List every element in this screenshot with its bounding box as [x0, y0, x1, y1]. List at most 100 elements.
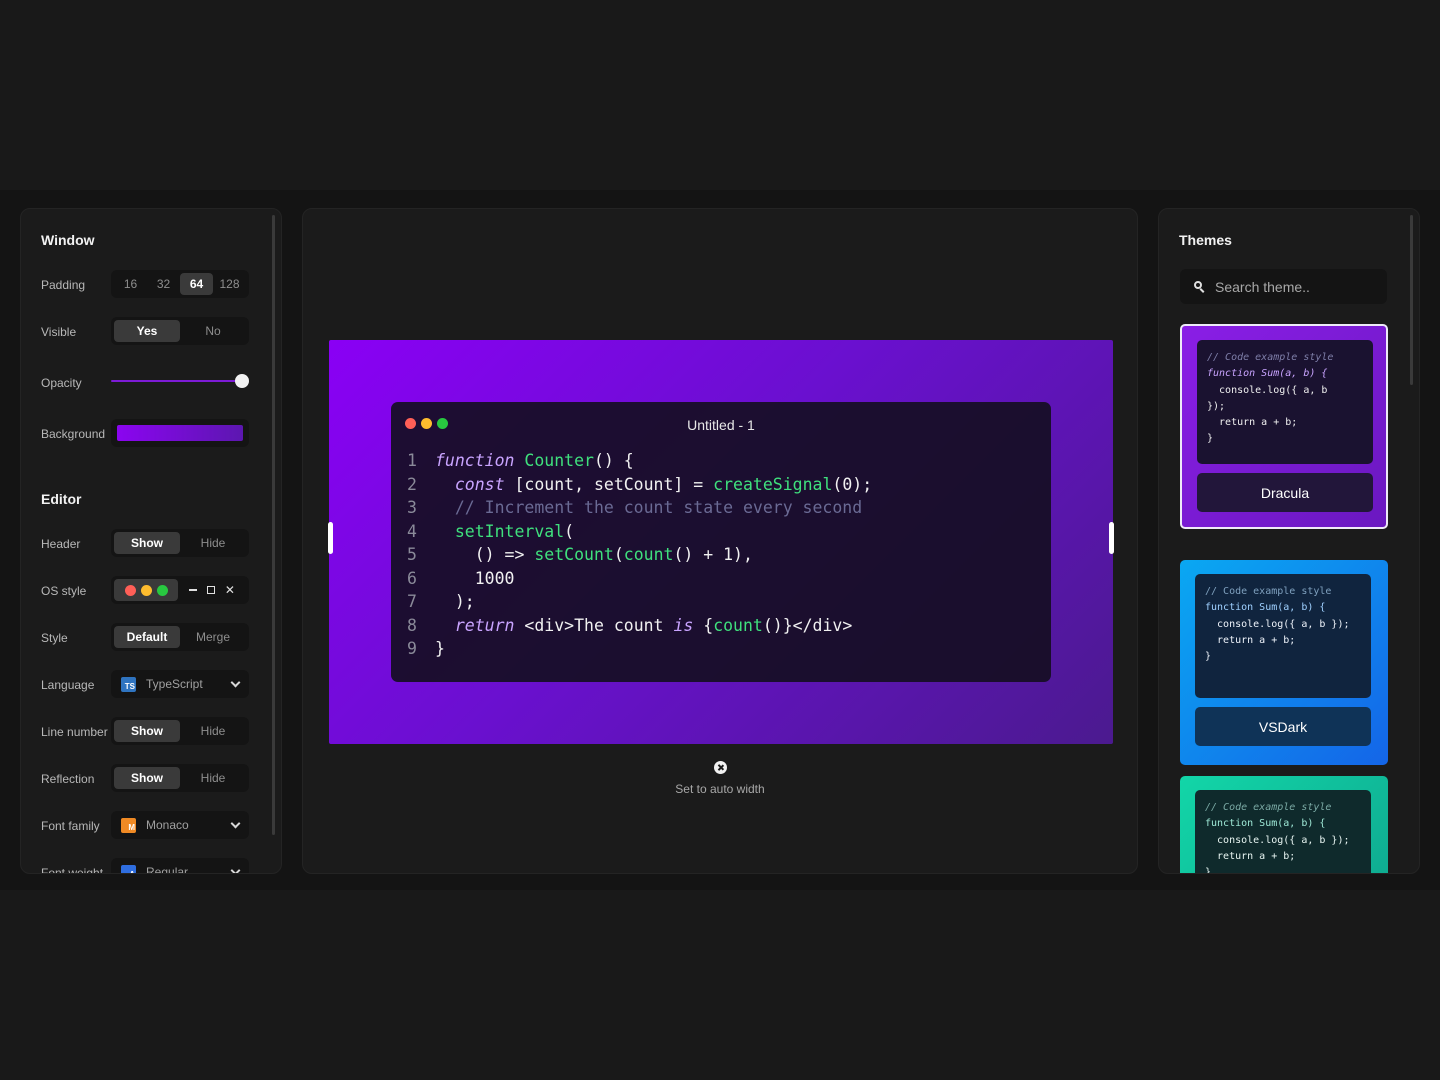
code-token: () + 1),: [673, 545, 753, 564]
themes-title: Themes: [1179, 232, 1232, 248]
code-line: 6 1000: [407, 567, 872, 591]
resize-handle-left[interactable]: [328, 522, 333, 554]
code-block[interactable]: 1 function Counter() { 2 const [count, se…: [407, 449, 872, 661]
language-label: Language: [41, 678, 95, 692]
theme-code-line: function Sum(a, b) {: [1205, 602, 1326, 614]
auto-width-label[interactable]: Set to auto width: [303, 782, 1137, 796]
settings-scrollbar[interactable]: [272, 215, 275, 835]
code-line: 5 () => setCount(count() + 1),: [407, 543, 872, 567]
typescript-icon: TS: [121, 676, 136, 692]
line-number-label: Line number: [41, 725, 108, 739]
font-family-value: Monaco: [146, 818, 189, 832]
code-token: return: [454, 615, 515, 635]
code-token: count: [713, 615, 763, 635]
line-number: 3: [407, 498, 417, 517]
code-token: is: [673, 615, 694, 635]
theme-preview-vsdark: // Code example style function Sum(a, b)…: [1195, 574, 1371, 698]
line-number: 6: [407, 568, 417, 588]
resize-handle-right[interactable]: [1109, 522, 1114, 554]
theme-code-line: function Sum(a, b) {: [1207, 368, 1328, 380]
background-picker[interactable]: [111, 419, 249, 447]
visible-toggle: Yes No: [111, 317, 249, 345]
preview-panel: Untitled - 1 1 function Counter() { 2 con…: [302, 208, 1138, 874]
header-hide-option[interactable]: Hide: [180, 532, 246, 554]
code-token: (: [613, 545, 624, 564]
font-family-label: Font family: [41, 819, 100, 833]
auto-width-control[interactable]: Set to auto width: [303, 761, 1137, 796]
code-token: () {: [593, 451, 634, 470]
code-token: [count, setCount] =: [504, 474, 714, 494]
reflection-toggle: Show Hide: [111, 764, 249, 792]
line-number-toggle: Show Hide: [111, 717, 249, 745]
theme-card-3[interactable]: // Code example style function Sum(a, b)…: [1180, 776, 1388, 873]
close-icon: ✕: [224, 583, 235, 597]
code-token: count: [623, 545, 674, 564]
theme-code-line: // Code example style: [1207, 352, 1334, 363]
padding-option-32[interactable]: 32: [147, 273, 180, 295]
theme-preview-dracula: // Code example style function Sum(a, b)…: [1197, 340, 1373, 464]
opacity-slider[interactable]: [111, 373, 249, 389]
language-select[interactable]: TS TypeScript: [111, 670, 249, 698]
font-weight-select[interactable]: A Regular: [111, 858, 249, 873]
line-number: 4: [407, 521, 417, 541]
header-toggle: Show Hide: [111, 529, 249, 557]
padding-option-64[interactable]: 64: [180, 273, 213, 295]
padding-label: Padding: [41, 278, 86, 292]
code-token: function: [435, 451, 515, 470]
reflection-hide-option[interactable]: Hide: [180, 767, 246, 789]
code-token: 1000: [474, 568, 515, 588]
code-token: createSignal: [713, 474, 833, 494]
code-line: 7 );: [407, 590, 872, 614]
code-token: <div>The count: [514, 615, 674, 635]
close-circle-icon[interactable]: [713, 761, 727, 774]
style-merge-option[interactable]: Merge: [180, 626, 246, 648]
theme-code-line: function Sum(a, b) {: [1205, 818, 1326, 830]
code-window-title[interactable]: Untitled - 1: [391, 417, 1051, 433]
padding-option-128[interactable]: 128: [213, 273, 246, 295]
os-style-windows-option[interactable]: ✕: [178, 583, 246, 597]
theme-code-line: return a + b;: [1205, 634, 1296, 646]
theme-code-line: console.log({ a, b: [1207, 384, 1328, 396]
code-token: Counter: [524, 451, 594, 470]
visible-yes-option[interactable]: Yes: [114, 320, 180, 342]
line-number-hide-option[interactable]: Hide: [180, 720, 246, 742]
theme-card-vsdark[interactable]: // Code example style function Sum(a, b)…: [1180, 560, 1388, 765]
line-number: 9: [407, 639, 417, 658]
style-toggle: Default Merge: [111, 623, 249, 651]
font-family-select[interactable]: M Monaco: [111, 811, 249, 839]
theme-code-line: // Code example style: [1205, 586, 1332, 597]
code-line: 9}: [407, 637, 872, 661]
code-token: ()}</div>: [762, 615, 853, 635]
red-dot-icon: [124, 584, 136, 596]
theme-search-input[interactable]: Search theme..: [1180, 269, 1387, 304]
style-default-option[interactable]: Default: [114, 626, 180, 648]
theme-code-line: console.log({ a, b });: [1205, 834, 1350, 846]
code-line: 8 return <div>The count is {count ()}</di…: [407, 614, 872, 638]
opacity-slider-thumb[interactable]: [235, 374, 249, 388]
padding-option-16[interactable]: 16: [114, 273, 147, 295]
minimize-icon: [188, 589, 197, 591]
font-weight-label: Font weight: [41, 866, 104, 874]
chevron-down-icon: [230, 865, 241, 873]
header-label: Header: [41, 537, 81, 551]
chevron-down-icon: [230, 818, 241, 828]
os-style-selector: ✕: [111, 576, 249, 604]
theme-code-line: }: [1205, 651, 1212, 663]
themes-scrollbar[interactable]: [1410, 215, 1413, 385]
reflection-show-option[interactable]: Show: [114, 767, 180, 789]
os-style-mac-option[interactable]: [114, 579, 178, 601]
background-label: Background: [41, 427, 106, 441]
visible-no-option[interactable]: No: [180, 320, 246, 342]
header-show-option[interactable]: Show: [114, 532, 180, 554]
theme-code-line: return a + b;: [1207, 417, 1298, 429]
theme-code-line: });: [1207, 400, 1226, 412]
theme-preview-3: // Code example style function Sum(a, b)…: [1195, 790, 1371, 873]
visible-label: Visible: [41, 325, 77, 339]
theme-code-line: console.log({ a, b });: [1205, 618, 1350, 630]
line-number-show-option[interactable]: Show: [114, 720, 180, 742]
opacity-label: Opacity: [41, 376, 82, 390]
monaco-icon: M: [121, 817, 136, 833]
theme-code-line: // Code example style: [1205, 802, 1332, 813]
code-token: setInterval: [454, 521, 565, 541]
theme-card-dracula[interactable]: // Code example style function Sum(a, b)…: [1180, 324, 1388, 529]
